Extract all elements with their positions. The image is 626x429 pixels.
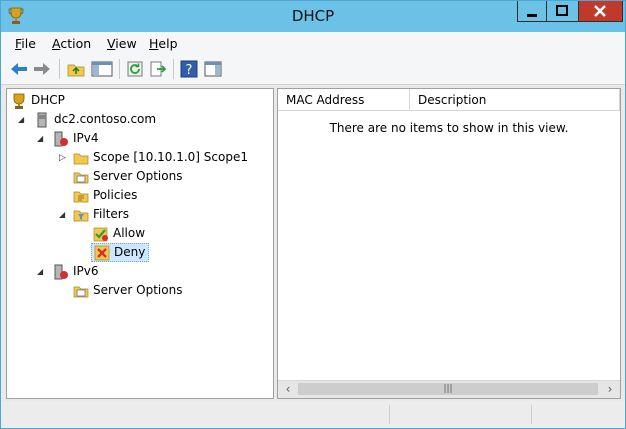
- show-hide-console-tree-icon[interactable]: [91, 60, 113, 78]
- svg-text:?: ?: [186, 63, 193, 78]
- tree-node-filters[interactable]: Filters: [73, 206, 173, 224]
- close-button[interactable]: [579, 1, 623, 22]
- collapse-arrow-icon[interactable]: ◢: [59, 210, 65, 219]
- refresh-icon[interactable]: [126, 60, 144, 78]
- collapse-arrow-icon[interactable]: ◢: [18, 115, 24, 124]
- menu-help[interactable]: Help: [149, 36, 178, 51]
- menu-action[interactable]: Action: [52, 36, 91, 51]
- minimize-button[interactable]: [517, 1, 547, 22]
- server-options-icon: [73, 172, 89, 184]
- toolbar-separator: [59, 59, 60, 79]
- menu-view[interactable]: View: [107, 36, 137, 51]
- up-folder-icon[interactable]: [67, 60, 85, 78]
- server-options-icon: [73, 286, 89, 298]
- tree-node-server[interactable]: dc2.contoso.com: [34, 111, 194, 129]
- menu-file[interactable]: File: [15, 36, 36, 51]
- tree-node-ipv6[interactable]: IPv6: [53, 263, 133, 281]
- tree-node-ipv6-server-options[interactable]: Server Options: [73, 282, 203, 300]
- dhcp-trophy-icon: [13, 93, 25, 109]
- tree-node-ipv4-server-options[interactable]: Server Options: [73, 168, 203, 186]
- details-list[interactable]: MAC Address Description There are no ite…: [277, 88, 621, 399]
- tree-node-dhcp[interactable]: DHCP: [11, 92, 131, 110]
- export-list-icon[interactable]: [149, 60, 167, 78]
- menu-bar: File Action View Help: [1, 32, 625, 54]
- maximize-icon: [556, 5, 568, 16]
- tree-node-allow[interactable]: Allow: [93, 225, 173, 243]
- allow-check-icon: [93, 227, 108, 242]
- minimize-icon: [527, 14, 537, 17]
- maximize-button[interactable]: [547, 1, 579, 22]
- title-bar[interactable]: DHCP: [1, 1, 625, 32]
- toolbar-separator: [173, 59, 174, 79]
- server-icon: [37, 112, 47, 128]
- ipv4-server-icon: [54, 131, 68, 147]
- console-tree[interactable]: DHCP ◢ dc2.contoso.com ◢ IPv4 ▷ Scope [1…: [6, 88, 274, 399]
- toolbar-separator: [119, 59, 120, 79]
- status-divider: [389, 405, 390, 424]
- scroll-left-arrow-icon[interactable]: ‹: [280, 382, 296, 396]
- toolbar: ?: [1, 54, 625, 85]
- show-action-pane-icon[interactable]: [204, 60, 222, 78]
- filter-folder-icon: [73, 210, 89, 222]
- column-header-description[interactable]: Description: [410, 89, 620, 111]
- tree-node-deny[interactable]: Deny: [91, 243, 149, 262]
- expand-arrow-icon[interactable]: ▷: [59, 153, 66, 163]
- scroll-right-arrow-icon[interactable]: ›: [602, 382, 618, 396]
- close-icon: [594, 5, 606, 17]
- tree-node-policies[interactable]: Policies: [73, 187, 173, 205]
- tree-node-ipv4[interactable]: IPv4: [53, 130, 133, 148]
- folder-icon: [73, 153, 89, 165]
- help-icon[interactable]: ?: [180, 60, 198, 78]
- forward-arrow-icon[interactable]: [33, 60, 51, 78]
- tree-node-scope[interactable]: Scope [10.10.1.0] Scope1: [73, 149, 263, 167]
- dhcp-window: DHCP File Action View Help ? DHCP ◢ dc2.…: [0, 0, 626, 429]
- ipv6-server-icon: [54, 264, 68, 280]
- status-divider: [531, 405, 532, 424]
- collapse-arrow-icon[interactable]: ◢: [37, 267, 43, 276]
- status-bar: [1, 401, 625, 428]
- scrollbar-thumb[interactable]: |||: [298, 383, 598, 395]
- horizontal-scrollbar[interactable]: ‹ ||| ›: [278, 380, 620, 398]
- policies-icon: [73, 191, 89, 203]
- collapse-arrow-icon[interactable]: ◢: [37, 134, 43, 143]
- column-header-mac-address[interactable]: MAC Address: [278, 89, 410, 111]
- empty-list-message: There are no items to show in this view.: [329, 121, 569, 135]
- deny-x-icon: [94, 245, 110, 261]
- back-arrow-icon[interactable]: [10, 60, 28, 78]
